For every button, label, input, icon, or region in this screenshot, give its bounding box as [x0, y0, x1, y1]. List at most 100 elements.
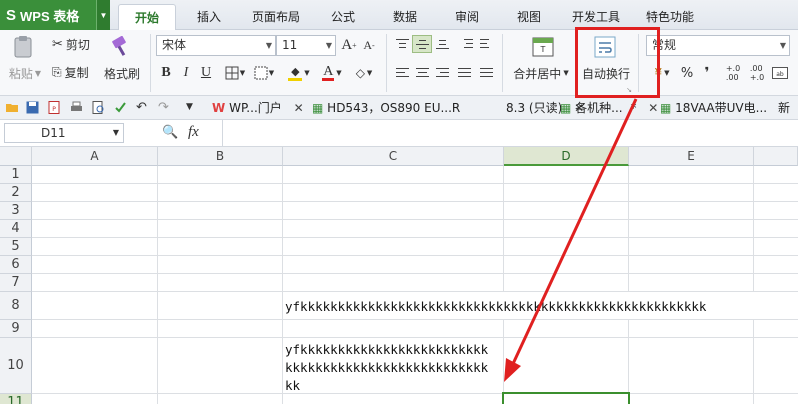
- font-name-select[interactable]: 宋体 ▼: [156, 35, 276, 56]
- increase-font-size-icon[interactable]: A +: [340, 35, 358, 55]
- tab-review[interactable]: 审阅: [446, 4, 488, 30]
- close-icon[interactable]: ✕: [648, 101, 658, 115]
- spell-check-icon[interactable]: [114, 101, 127, 114]
- gridline: [32, 183, 798, 184]
- format-painter-icon[interactable]: [106, 34, 136, 60]
- font-size-select[interactable]: 11 ▼: [276, 35, 336, 56]
- increase-indent-icon[interactable]: [476, 35, 496, 53]
- thousands-separator-button[interactable]: ❜: [698, 64, 716, 82]
- bold-button[interactable]: B: [158, 64, 174, 82]
- pattern-icon: [254, 66, 268, 80]
- cell-c10[interactable]: yfkkkkkkkkkkkkkkkkkkkkkkkkk kkkkkkkkkkkk…: [285, 341, 503, 395]
- row-header[interactable]: 7: [0, 274, 32, 292]
- number-format-select[interactable]: 常规 ▼: [646, 35, 790, 56]
- gridline: [753, 166, 754, 292]
- cell-c8[interactable]: yfkkkkkkkkkkkkkkkkkkkkkkkkkkkkkkkkkkkkkk…: [285, 299, 706, 314]
- row-header[interactable]: 11: [0, 394, 32, 404]
- worksheet-grid[interactable]: A B C D E 1 2 3 4 5 6 7 8 9 10 11 yfkkkk…: [0, 147, 798, 404]
- decrease-indent-icon[interactable]: [456, 35, 476, 53]
- column-header-b[interactable]: B: [158, 147, 283, 166]
- customize-toolbar-icon[interactable]: ▼: [186, 101, 199, 114]
- tab-insert[interactable]: 插入: [188, 4, 230, 30]
- row-header[interactable]: 2: [0, 184, 32, 202]
- zoom-icon[interactable]: 🔍: [162, 125, 178, 140]
- copy-icon: ⎘: [52, 64, 62, 79]
- undo-icon[interactable]: ↶: [136, 101, 149, 114]
- align-middle-icon[interactable]: [412, 35, 432, 53]
- tab-data[interactable]: 数据: [384, 4, 426, 30]
- row-header[interactable]: 5: [0, 238, 32, 256]
- doc-tab-models[interactable]: ▦ 各机种... * ✕: [560, 98, 658, 118]
- row-header[interactable]: 9: [0, 320, 32, 338]
- percent-button[interactable]: %: [678, 64, 696, 82]
- clear-format-button[interactable]: ◇ ▼: [350, 64, 378, 82]
- tab-view[interactable]: 视图: [508, 4, 550, 30]
- doc-tab-wps-portal[interactable]: W WP...门户 ✕: [212, 98, 304, 118]
- spreadsheet-doc-icon: ▦: [660, 101, 672, 115]
- align-left-icon[interactable]: [392, 64, 412, 82]
- row-header[interactable]: 3: [0, 202, 32, 220]
- type-conversion-icon[interactable]: ab: [770, 64, 790, 82]
- row-header[interactable]: 10: [0, 338, 32, 394]
- doc-tab-new[interactable]: 新: [778, 98, 790, 118]
- distributed-align-icon[interactable]: [476, 64, 496, 82]
- open-folder-icon[interactable]: [6, 101, 19, 114]
- print-preview-icon[interactable]: [92, 101, 105, 114]
- formula-input[interactable]: [224, 122, 794, 144]
- active-cell-d11[interactable]: [502, 392, 630, 404]
- column-header-c[interactable]: C: [283, 147, 504, 166]
- formula-divider: [222, 120, 223, 147]
- merge-center-button[interactable]: 合并居中 ▼: [508, 64, 574, 82]
- cut-button[interactable]: ✂ 剪切: [52, 36, 102, 52]
- gridline: [282, 166, 283, 404]
- chevron-down-icon[interactable]: ▼: [96, 0, 110, 30]
- font-color-button[interactable]: A ▼: [318, 64, 346, 82]
- format-painter-button[interactable]: 格式刷: [100, 64, 144, 82]
- fill-color-button[interactable]: ◆ ▼: [284, 64, 314, 82]
- select-all-corner[interactable]: [0, 147, 32, 166]
- doc-tab-18vaa[interactable]: ▦ 18VAA带UV电...: [660, 98, 767, 118]
- merge-cells-icon[interactable]: T: [530, 34, 556, 60]
- column-header-d[interactable]: D: [504, 147, 629, 166]
- align-bottom-icon[interactable]: [432, 35, 452, 53]
- align-top-icon[interactable]: [392, 35, 412, 53]
- decrease-decimal-button[interactable]: .00 +.0: [746, 62, 768, 84]
- font-name-value: 宋体: [162, 38, 187, 52]
- gridline: [628, 166, 629, 292]
- column-header-a[interactable]: A: [32, 147, 158, 166]
- name-box[interactable]: D11 ▼: [4, 123, 124, 143]
- row-header[interactable]: 4: [0, 220, 32, 238]
- export-pdf-icon[interactable]: P: [48, 101, 61, 114]
- column-header-e[interactable]: E: [629, 147, 754, 166]
- decrease-font-size-icon[interactable]: A-: [360, 35, 378, 55]
- close-icon[interactable]: ✕: [294, 101, 304, 115]
- tab-formulas[interactable]: 公式: [322, 4, 364, 30]
- align-center-icon[interactable]: [412, 64, 432, 82]
- app-menu-button[interactable]: S WPS 表格 ▼: [0, 0, 110, 30]
- menu-bar: S WPS 表格 ▼ 开始 插入 页面布局 公式 数据 审阅 视图 开发工具 特…: [0, 0, 798, 30]
- justify-icon[interactable]: [454, 64, 474, 82]
- column-header-f[interactable]: [754, 147, 798, 166]
- insert-function-button[interactable]: fx: [188, 124, 199, 141]
- borders-button[interactable]: ▼: [222, 64, 248, 82]
- redo-icon[interactable]: ↷: [158, 101, 171, 114]
- clipboard-icon[interactable]: [8, 34, 38, 60]
- gridline: [32, 319, 798, 320]
- row-header[interactable]: 8: [0, 292, 32, 320]
- tab-page-layout[interactable]: 页面布局: [246, 4, 306, 30]
- underline-button[interactable]: U: [198, 64, 214, 82]
- cell-pattern-button[interactable]: ▼: [250, 64, 278, 82]
- row-header[interactable]: 6: [0, 256, 32, 274]
- doc-tab-hd543[interactable]: ▦ HD543，OS890 EU...R: [312, 98, 460, 118]
- copy-label: 复制: [64, 65, 89, 80]
- print-icon[interactable]: [70, 101, 83, 114]
- save-icon[interactable]: [26, 101, 39, 114]
- italic-button[interactable]: I: [178, 64, 194, 82]
- tab-home[interactable]: 开始: [118, 4, 176, 30]
- doc-tab-label: 18VAA带UV电...: [675, 101, 768, 115]
- paste-button[interactable]: 粘贴 ▼: [4, 64, 46, 82]
- increase-decimal-button[interactable]: +.0 .00: [722, 62, 744, 84]
- align-right-icon[interactable]: [432, 64, 452, 82]
- row-header[interactable]: 1: [0, 166, 32, 184]
- copy-button[interactable]: ⎘ 复制: [52, 64, 102, 80]
